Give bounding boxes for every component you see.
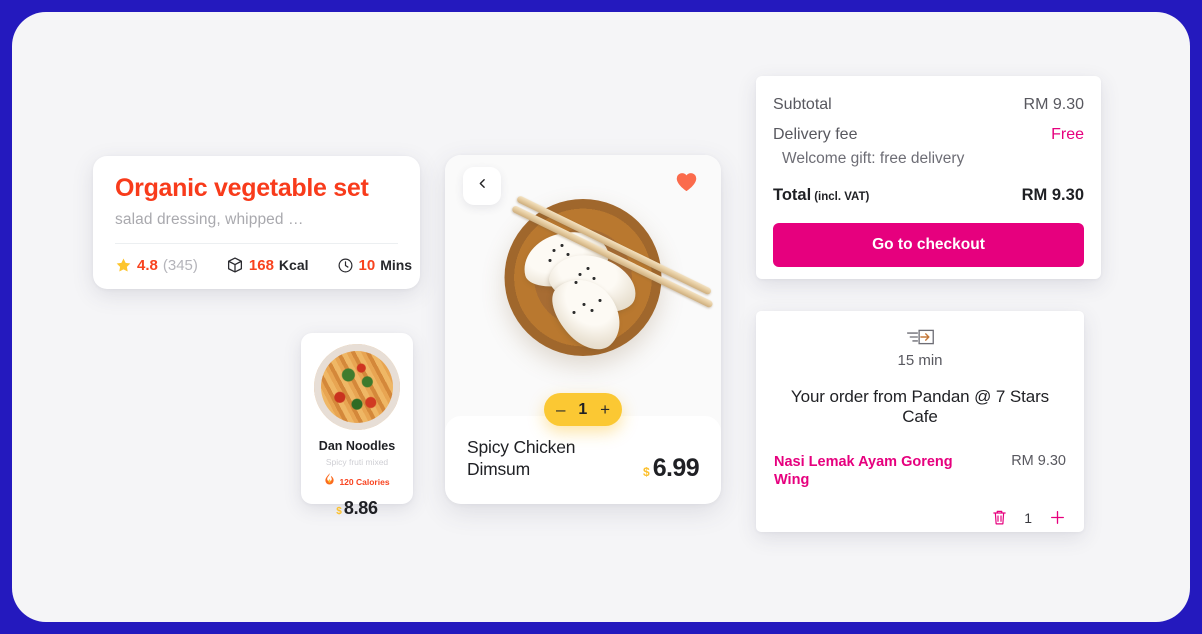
delivery-fee-label: Delivery fee [773, 126, 858, 143]
clock-icon [337, 257, 354, 274]
star-icon [115, 257, 132, 274]
calories-value: 168 [248, 256, 274, 274]
rating-value: 4.8 [137, 256, 158, 274]
dan-noodles-title: Dan Noodles [318, 439, 396, 453]
chevron-left-icon [476, 177, 489, 195]
back-button[interactable] [463, 167, 501, 205]
box-icon [226, 256, 244, 274]
page-title: Organic vegetable set [115, 174, 369, 202]
dimsum-photo [445, 155, 721, 423]
currency-symbol: $ [643, 465, 650, 479]
dan-noodles-price: 8.86 [343, 498, 378, 518]
dimsum-price-row: $ 6.99 [643, 454, 700, 483]
dan-noodles-calories-text: 120 Calories [339, 477, 390, 487]
stat-time: 10 Mins [337, 256, 413, 274]
total-value: RM 9.30 [1021, 186, 1084, 204]
rating-count: (345) [162, 256, 198, 274]
subtotal-value: RM 9.30 [1023, 96, 1084, 113]
eta-time: 15 min [897, 352, 943, 369]
organic-card-stats: 4.8 (345) 168 Kcal 10 Mins [115, 256, 412, 274]
trash-icon[interactable] [992, 509, 1007, 526]
plus-icon[interactable] [1049, 509, 1066, 526]
delivery-truck-icon [774, 327, 1066, 347]
quantity-increment-button[interactable]: + [600, 401, 610, 418]
delivery-fee-value: Free [1051, 126, 1084, 143]
time-value: 10 [358, 256, 376, 274]
total-vat-note: (incl. VAT) [814, 191, 870, 203]
dan-noodles-card[interactable]: Dan Noodles Spicy fruti mixed 120 Calori… [301, 333, 413, 518]
app-frame: Organic vegetable set salad dressing, wh… [0, 0, 1202, 634]
favorite-button[interactable] [673, 171, 699, 197]
calories-unit: Kcal [278, 257, 309, 273]
total-row: Total (incl. VAT) RM 9.30 [773, 186, 1084, 205]
delivery-fee-row: Delivery fee Free [773, 126, 1084, 144]
order-item-row: Nasi Lemak Ayam Goreng Wing RM 9.30 [774, 453, 1066, 489]
quantity-decrement-button[interactable]: – [556, 401, 565, 418]
heart-icon [675, 171, 698, 197]
checkout-summary-panel: Subtotal RM 9.30 Delivery fee Free Welco… [756, 76, 1101, 279]
quantity-value: 1 [578, 400, 588, 418]
time-unit: Mins [380, 257, 413, 273]
go-to-checkout-button[interactable]: Go to checkout [773, 223, 1084, 267]
order-summary-panel: 15 min Your order from Pandan @ 7 Stars … [756, 311, 1084, 532]
dimsum-title: Spicy Chicken Dimsum [467, 437, 576, 480]
eta-block: 15 min [774, 327, 1066, 369]
dan-noodles-calories: 120 Calories [301, 473, 413, 491]
dimsum-price: 6.99 [652, 454, 700, 482]
subtotal-row: Subtotal RM 9.30 [773, 96, 1084, 114]
currency-symbol: $ [336, 506, 342, 517]
flame-icon [324, 473, 335, 491]
divider [115, 243, 398, 244]
dan-noodles-description: Spicy fruti mixed [325, 457, 389, 467]
app-canvas: Organic vegetable set salad dressing, wh… [12, 12, 1190, 622]
total-label-group: Total (incl. VAT) [773, 186, 869, 205]
order-item-controls: 1 [774, 509, 1066, 526]
order-heading: Your order from Pandan @ 7 Stars Cafe [790, 387, 1050, 426]
dimsum-info-panel: Spicy Chicken Dimsum $ 6.99 [445, 416, 721, 504]
order-item-price: RM 9.30 [1011, 453, 1066, 469]
dan-noodles-price-row: $ 8.86 [301, 498, 413, 519]
welcome-gift-note: Welcome gift: free delivery [782, 150, 965, 167]
subtotal-label: Subtotal [773, 96, 832, 113]
quantity-stepper[interactable]: – 1 + [544, 393, 622, 426]
organic-vegetable-card[interactable]: Organic vegetable set salad dressing, wh… [93, 156, 420, 289]
total-label: Total [773, 186, 812, 204]
order-item-name[interactable]: Nasi Lemak Ayam Goreng Wing [774, 453, 964, 489]
order-item-quantity: 1 [1024, 509, 1032, 526]
stat-rating: 4.8 (345) [115, 257, 198, 274]
dimsum-detail-card: – 1 + Spicy Chicken Dimsum $ 6.99 [445, 155, 721, 504]
stat-calories: 168 Kcal [226, 256, 309, 274]
dan-noodles-photo [314, 344, 400, 430]
organic-card-subtitle: salad dressing, whipped … [115, 211, 304, 228]
